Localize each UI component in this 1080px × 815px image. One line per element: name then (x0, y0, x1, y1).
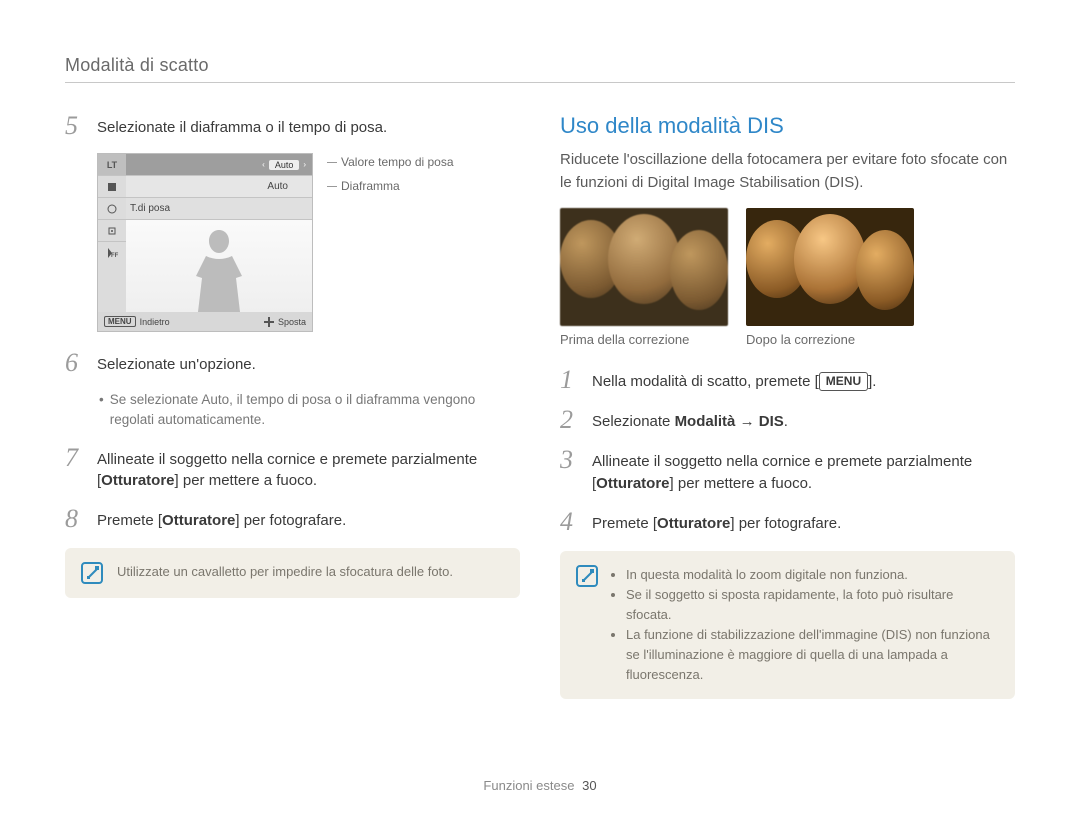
camera-callouts: Valore tempo di posa Diaframma (327, 153, 454, 332)
step-8: 8 Premete [Otturatore] per fotografare. (65, 506, 520, 532)
step-text: Allineate il soggetto nella cornice e pr… (97, 445, 520, 493)
camera-status-bar: MENU Indietro Sposta (98, 312, 312, 331)
lc-off-icon: FF (98, 242, 126, 264)
menu-badge-small: MENU (104, 316, 136, 327)
callout-aperture: Diaframma (327, 179, 454, 193)
page-footer: Funzioni estese 30 (0, 778, 1080, 793)
step-text: Selezionate Modalità → DIS. (592, 407, 788, 433)
step-6-sub: Se selezionate Auto, il tempo di posa o … (99, 390, 520, 431)
right-column: Uso della modalità DIS Riducete l'oscill… (560, 113, 1015, 699)
step-text: Premete [Otturatore] per fotografare. (97, 506, 346, 532)
note-item: In questa modalità lo zoom digitale non … (626, 565, 999, 585)
callout-shutter: Valore tempo di posa (327, 155, 454, 169)
step-6: 6 Selezionate un'opzione. (65, 350, 520, 376)
cam-value-shutter: Auto (269, 160, 300, 170)
photo-after (746, 208, 914, 326)
note-text: Utilizzate un cavalletto per impedire la… (117, 562, 453, 582)
lc-icon-2 (98, 220, 126, 242)
lc-tdiposa-icon (98, 198, 126, 220)
photo-comparison: Prima della correzione Dopo la correzion… (560, 208, 1015, 347)
note-box-right: In questa modalità lo zoom digitale non … (560, 551, 1015, 700)
camera-ui-mock: LT FF (97, 153, 313, 332)
caption-before: Prima della correzione (560, 332, 728, 347)
left-column: 5 Selezionate il diaframma o il tempo di… (65, 113, 520, 699)
note-list: In questa modalità lo zoom digitale non … (626, 565, 999, 686)
arrow-left-icon: ‹ (262, 160, 265, 169)
step-text: Allineate il soggetto nella cornice e pr… (592, 447, 1015, 495)
note-icon (81, 562, 103, 584)
footer-section: Funzioni estese (483, 778, 574, 793)
note-item: La funzione di stabilizzazione dell'imma… (626, 625, 999, 685)
svg-text:FF: FF (111, 253, 119, 259)
step-num: 3 (560, 447, 580, 495)
caption-after: Dopo la correzione (746, 332, 914, 347)
step-num: 6 (65, 350, 85, 376)
status-move-label: Sposta (278, 317, 306, 327)
step-num: 7 (65, 445, 85, 493)
menu-badge: MENU (819, 372, 868, 391)
step-text: Nella modalità di scatto, premete [MENU]… (592, 367, 876, 393)
step-num: 4 (560, 509, 580, 535)
person-silhouette-icon (184, 224, 254, 312)
dpad-icon (264, 317, 274, 327)
cam-row-shutter: ‹ Auto › (126, 154, 312, 176)
step-7: 7 Allineate il soggetto nella cornice e … (65, 445, 520, 493)
section-intro: Riducete l'oscillazione della fotocamera… (560, 149, 1015, 194)
note-box-left: Utilizzate un cavalletto per impedire la… (65, 548, 520, 598)
step-r1: 1 Nella modalità di scatto, premete [MEN… (560, 367, 1015, 393)
mode-badge-lt: LT (98, 154, 126, 176)
arrow-right-icon: › (303, 160, 306, 169)
cam-value-aperture: Auto (267, 181, 288, 192)
note-item: Se il soggetto si sposta rapidamente, la… (626, 585, 999, 625)
footer-page-number: 30 (582, 778, 596, 793)
step-5: 5 Selezionate il diaframma o il tempo di… (65, 113, 520, 139)
status-back-label: Indietro (140, 317, 170, 327)
step-text: Selezionate un'opzione. (97, 350, 256, 376)
step-r4: 4 Premete [Otturatore] per fotografare. (560, 509, 1015, 535)
step-text: Premete [Otturatore] per fotografare. (592, 509, 841, 535)
cam-row-aperture: Auto (126, 176, 312, 198)
camera-preview (126, 220, 312, 312)
step-r2: 2 Selezionate Modalità → DIS. (560, 407, 1015, 433)
photo-before (560, 208, 728, 326)
lc-icon (98, 176, 126, 198)
cam-row-tdiposa: T.di posa (126, 198, 312, 220)
step-num: 5 (65, 113, 85, 139)
note-icon (576, 565, 598, 587)
step-num: 8 (65, 506, 85, 532)
page-header: Modalità di scatto (65, 55, 1015, 83)
section-title-dis: Uso della modalità DIS (560, 113, 1015, 139)
step-num: 2 (560, 407, 580, 433)
step-r3: 3 Allineate il soggetto nella cornice e … (560, 447, 1015, 495)
step-text: Selezionate il diaframma o il tempo di p… (97, 113, 387, 139)
step-num: 1 (560, 367, 580, 393)
